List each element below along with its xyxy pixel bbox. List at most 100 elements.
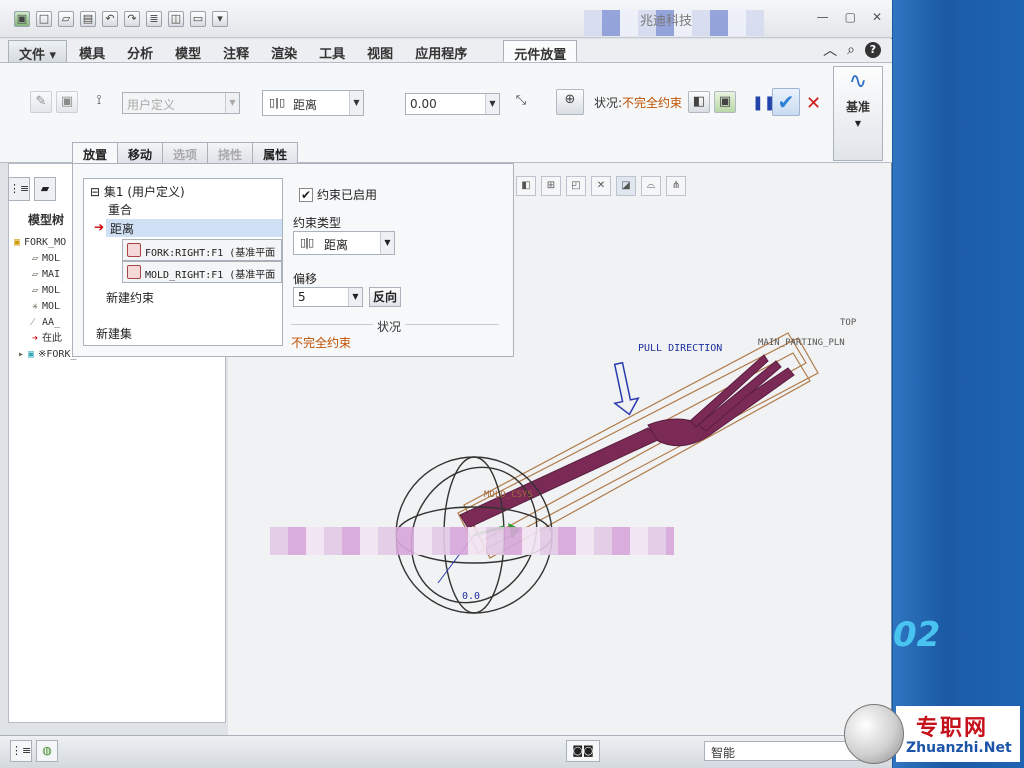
reference-2[interactable]: MOLD_RIGHT:F1 (基准平面 <box>122 261 282 283</box>
constraint-enabled-label: 约束已启用 <box>317 188 378 202</box>
set-item[interactable]: ⊟ 集1 (用户定义) <box>90 183 185 200</box>
constraint-type-value: 距离 <box>293 98 318 112</box>
chevron-down-icon: ▼ <box>485 94 499 114</box>
view-manager-icon[interactable]: ◰ <box>566 176 586 196</box>
plane-icon: ▱ <box>32 253 39 264</box>
show-component-icon[interactable]: ⊕ <box>556 89 584 115</box>
plane-icon: ▱ <box>32 269 39 280</box>
display-style-icon[interactable]: ◧ <box>516 176 536 196</box>
datum-display-icon[interactable]: ✕ <box>591 176 611 196</box>
tab-tools[interactable]: 工具 <box>309 40 355 62</box>
tab-annotate[interactable]: 注释 <box>213 40 259 62</box>
find-icon[interactable]: ◙◙ <box>566 740 600 762</box>
user-defined-select[interactable]: 用户定义 ▼ <box>122 92 240 114</box>
windows-icon[interactable]: ◫ <box>168 11 184 27</box>
current-arrow-icon: ➔ <box>94 220 105 234</box>
logo-url: Zhuanzhi.Net <box>906 740 1012 756</box>
constraint-set-list: ⊟ 集1 (用户定义) 重合 ➔ 距离 FORK:RIGHT:F1 (基准平面 M… <box>83 178 283 346</box>
minimize-icon[interactable]: — <box>817 10 829 24</box>
tab-view[interactable]: 视图 <box>357 40 403 62</box>
collapse-ribbon-icon[interactable]: ︿ <box>823 40 837 60</box>
tab-file[interactable]: 文件 ▾ <box>8 40 68 63</box>
tree-item[interactable]: ▱ MOL <box>14 283 76 299</box>
new-set-link[interactable]: 新建集 <box>96 325 132 342</box>
browser-toggle-icon[interactable]: ◍ <box>36 740 58 762</box>
open-icon[interactable]: ▱ <box>58 11 74 27</box>
assembly-window-icon[interactable]: ▣ <box>714 91 736 113</box>
tree-item[interactable]: ⁄ AA_ <box>14 315 76 331</box>
constraint-type-dropdown-value: 距离 <box>324 238 349 252</box>
constraint-distance-label: 距离 <box>110 222 135 236</box>
tab-model[interactable]: 模型 <box>165 40 211 62</box>
search-icon[interactable]: ⌕ <box>847 42 855 58</box>
offset-label: 偏移 <box>293 272 318 286</box>
close-window-icon[interactable]: ▭ <box>190 11 206 27</box>
constraint-enabled-checkbox[interactable]: ✔ 约束已启用 <box>299 186 377 203</box>
help-icon[interactable]: ? <box>865 42 881 58</box>
new-constraint-link[interactable]: 新建约束 <box>106 289 154 306</box>
spin-center-icon[interactable]: ⋔ <box>666 176 686 196</box>
tab-component-placement[interactable]: 元件放置 <box>503 40 578 63</box>
tab-analysis[interactable]: 分析 <box>117 40 163 62</box>
constraint-coincident[interactable]: 重合 <box>108 201 132 218</box>
offset-input-value: 0.00 <box>410 97 437 111</box>
save-icon[interactable]: ▤ <box>80 11 96 27</box>
chevron-down-icon: ▼ <box>380 232 394 254</box>
pull-direction-arrow <box>613 361 640 416</box>
regenerate-icon[interactable]: ≣ <box>146 11 162 27</box>
new-icon[interactable]: □ <box>36 11 52 27</box>
ribbon-tabs: 文件 ▾ 模具 分析 模型 注释 渲染 工具 视图 应用程序 元件放置 <box>0 39 892 63</box>
move-angle-icon[interactable]: ⟟ <box>88 91 110 113</box>
plane-display-icon[interactable]: ◪ <box>616 176 636 196</box>
distance-constraint-icon: ▯|▯ <box>269 96 286 109</box>
tab-applications[interactable]: 应用程序 <box>405 40 477 62</box>
datum-button[interactable]: ∿ 基准 ▼ <box>833 66 883 161</box>
cancel-button[interactable]: ✕ <box>806 93 821 114</box>
tree-item[interactable]: ➔ 在此 <box>14 331 76 347</box>
subtab-placement[interactable]: 放置 <box>72 142 119 164</box>
separate-window-icon[interactable]: ◧ <box>688 91 710 113</box>
label-dimension: 0.0 <box>462 591 480 602</box>
collapse-icon[interactable]: ⊟ <box>90 185 104 199</box>
logo-text: 专职网 <box>916 716 989 741</box>
undo-icon[interactable]: ↶ <box>102 11 118 27</box>
maximize-icon[interactable]: ▢ <box>845 10 856 24</box>
folder-browser-icon[interactable]: ▰ <box>34 177 56 201</box>
tree-item[interactable]: ▸ ▣ ※FORK_ <box>14 347 76 363</box>
model-tree-tab-icon[interactable]: ⋮≡ <box>8 177 30 201</box>
reference-1[interactable]: FORK:RIGHT:F1 (基准平面 <box>122 239 282 261</box>
constraint-distance[interactable]: ➔ 距离 <box>94 219 282 237</box>
flip-icon[interactable]: ⤡ <box>510 91 532 113</box>
tab-mold[interactable]: 模具 <box>69 40 115 62</box>
placement-status: 不完全约束 <box>291 336 352 350</box>
subtab-properties[interactable]: 属性 <box>252 142 299 164</box>
plane-icon: ▱ <box>32 285 39 296</box>
close-icon[interactable]: ✕ <box>872 10 882 24</box>
interface-icon[interactable]: ✎ <box>30 91 52 113</box>
chevron-down-icon: ▼ <box>225 93 239 113</box>
flip-button[interactable]: 反向 <box>369 287 401 307</box>
expand-icon[interactable]: ▸ <box>18 347 28 363</box>
annotation-display-icon[interactable]: ⌓ <box>641 176 661 196</box>
app-icon[interactable]: ▣ <box>14 11 30 27</box>
constraint-type-select[interactable]: ▯|▯ 距离 ▼ <box>262 90 364 116</box>
component-icon[interactable]: ▣ <box>56 91 78 113</box>
tree-item-label: FORK_MO <box>24 237 67 248</box>
confirm-button[interactable]: ✔ <box>772 88 800 116</box>
chevron-down-icon: ▼ <box>348 288 362 306</box>
tree-item[interactable]: ▣ FORK_MO <box>14 235 76 251</box>
title-bar: ▣ □ ▱ ▤ ↶ ↷ ≣ ◫ ▭ ▾ 兆迪科技 — ▢ ✕ <box>0 0 892 38</box>
tree-item[interactable]: ▱ MOL <box>14 251 76 267</box>
saved-views-icon[interactable]: ⊞ <box>541 176 561 196</box>
subtab-move[interactable]: 移动 <box>117 142 164 164</box>
tree-item[interactable]: ✳ MOL <box>14 299 76 315</box>
offset-input[interactable]: 0.00 ▼ <box>405 93 500 115</box>
navigator-toggle-icon[interactable]: ⋮≡ <box>10 740 32 762</box>
more-icon[interactable]: ▾ <box>212 11 228 27</box>
offset-field[interactable]: 5 ▼ <box>293 287 363 307</box>
label-top: TOP <box>840 318 857 328</box>
tree-item[interactable]: ▱ MAI <box>14 267 76 283</box>
redo-icon[interactable]: ↷ <box>124 11 140 27</box>
constraint-type-dropdown[interactable]: ▯|▯ 距离 ▼ <box>293 231 395 255</box>
tab-render[interactable]: 渲染 <box>261 40 307 62</box>
